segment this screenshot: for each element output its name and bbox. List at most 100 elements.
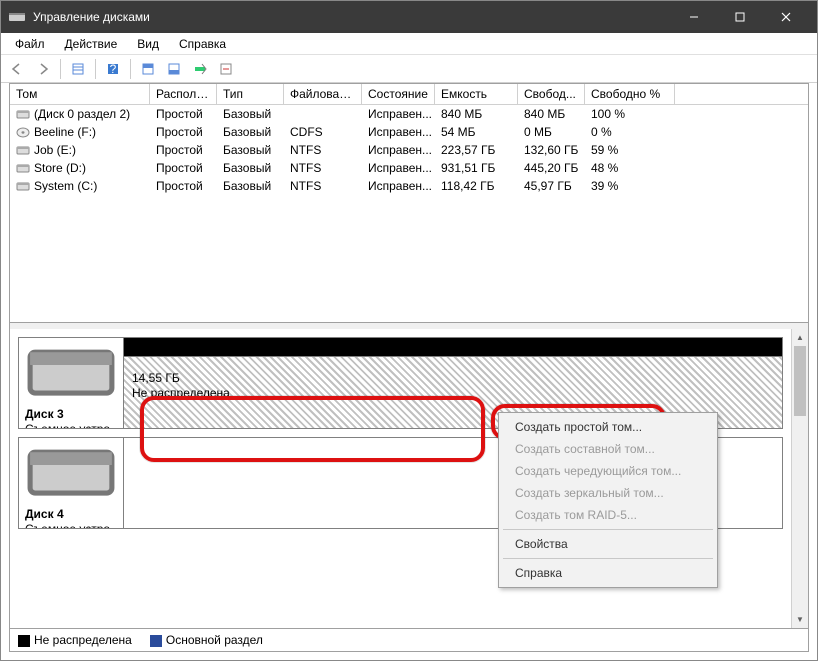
unallocated-header-strip bbox=[124, 338, 782, 356]
column-header-fs[interactable]: Файловая с... bbox=[284, 84, 362, 104]
volume-cell: Простой bbox=[150, 142, 217, 158]
volume-cell: Исправен... bbox=[362, 160, 435, 176]
legend-primary: Основной раздел bbox=[150, 633, 263, 647]
properties-button[interactable] bbox=[66, 58, 90, 80]
back-button[interactable] bbox=[5, 58, 29, 80]
scroll-down-icon[interactable]: ▼ bbox=[792, 611, 808, 628]
cm-create-simple-volume[interactable]: Создать простой том... bbox=[501, 416, 715, 438]
toolbar: ? bbox=[1, 55, 817, 83]
action-button[interactable] bbox=[214, 58, 238, 80]
volume-cell: Простой bbox=[150, 124, 217, 140]
cd-icon bbox=[16, 127, 30, 138]
menu-action[interactable]: Действие bbox=[57, 35, 126, 53]
volume-cell: 840 МБ bbox=[435, 106, 518, 122]
cm-create-spanned-volume: Создать составной том... bbox=[501, 438, 715, 460]
volume-row[interactable]: System (C:) ПростойБазовыйNTFSИсправен...… bbox=[10, 177, 808, 195]
view-bottom-button[interactable] bbox=[162, 58, 186, 80]
help-button[interactable]: ? bbox=[101, 58, 125, 80]
volume-cell: 45,97 ГБ bbox=[518, 178, 585, 194]
volume-cell: 54 МБ bbox=[435, 124, 518, 140]
volume-row[interactable]: Job (E:) ПростойБазовыйNTFSИсправен...223… bbox=[10, 141, 808, 159]
volume-cell: Базовый bbox=[217, 160, 284, 176]
cm-create-striped-volume: Создать чередующийся том... bbox=[501, 460, 715, 482]
volume-cell: 223,57 ГБ bbox=[435, 142, 518, 158]
volume-cell: Исправен... bbox=[362, 124, 435, 140]
volume-cell: Исправен... bbox=[362, 106, 435, 122]
volume-cell: Простой bbox=[150, 178, 217, 194]
volume-cell: CDFS bbox=[284, 124, 362, 140]
cm-properties[interactable]: Свойства bbox=[501, 533, 715, 555]
volume-cell: 445,20 ГБ bbox=[518, 160, 585, 176]
cm-help[interactable]: Справка bbox=[501, 562, 715, 584]
disk-info: Диск 3Съемное устро14,55 ГБВ сети bbox=[19, 338, 124, 428]
volume-cell: 59 % bbox=[585, 142, 675, 158]
menu-file[interactable]: Файл bbox=[7, 35, 53, 53]
volume-row[interactable]: (Диск 0 раздел 2)ПростойБазовыйИсправен.… bbox=[10, 105, 808, 123]
scroll-up-icon[interactable]: ▲ bbox=[792, 329, 808, 346]
cm-create-raid5-volume: Создать том RAID-5... bbox=[501, 504, 715, 526]
vertical-scrollbar[interactable]: ▲ ▼ bbox=[791, 329, 808, 628]
menubar: Файл Действие Вид Справка bbox=[1, 33, 817, 55]
menu-view[interactable]: Вид bbox=[129, 35, 167, 53]
column-header-layout[interactable]: Располо... bbox=[150, 84, 217, 104]
column-header-status[interactable]: Состояние bbox=[362, 84, 435, 104]
volume-cell: NTFS bbox=[284, 160, 362, 176]
volume-cell: 48 % bbox=[585, 160, 675, 176]
column-header-freepct[interactable]: Свободно % bbox=[585, 84, 675, 104]
volume-cell: 100 % bbox=[585, 106, 675, 122]
app-icon bbox=[9, 11, 25, 23]
column-header-capacity[interactable]: Емкость bbox=[435, 84, 518, 104]
legend: Не распределена Основной раздел bbox=[9, 629, 809, 652]
volume-cell: Базовый bbox=[217, 106, 284, 122]
volume-cell bbox=[284, 106, 362, 122]
drive-icon bbox=[16, 163, 30, 174]
drive-icon bbox=[16, 109, 30, 120]
column-header-type[interactable]: Тип bbox=[217, 84, 284, 104]
volume-cell: 0 % bbox=[585, 124, 675, 140]
volume-name: Store (D:) bbox=[34, 161, 86, 175]
volume-cell: NTFS bbox=[284, 178, 362, 194]
volume-header-row: ТомРасполо...ТипФайловая с...СостояниеЕм… bbox=[10, 84, 808, 105]
titlebar: Управление дисками bbox=[1, 1, 817, 33]
volume-row[interactable]: Beeline (F:) ПростойБазовыйCDFSИсправен..… bbox=[10, 123, 808, 141]
column-header-free[interactable]: Свобод... bbox=[518, 84, 585, 104]
forward-button[interactable] bbox=[31, 58, 55, 80]
scroll-thumb[interactable] bbox=[794, 346, 806, 416]
volume-cell: Исправен... bbox=[362, 142, 435, 158]
volume-cell: 118,42 ГБ bbox=[435, 178, 518, 194]
window-title: Управление дисками bbox=[33, 10, 671, 24]
close-button[interactable] bbox=[763, 1, 809, 33]
volume-name: Job (E:) bbox=[34, 143, 76, 157]
drive-icon bbox=[25, 392, 117, 406]
menu-help[interactable]: Справка bbox=[171, 35, 234, 53]
volume-cell: Базовый bbox=[217, 124, 284, 140]
maximize-button[interactable] bbox=[717, 1, 763, 33]
volume-cell: 840 МБ bbox=[518, 106, 585, 122]
volume-cell: Простой bbox=[150, 106, 217, 122]
volume-cell: Базовый bbox=[217, 142, 284, 158]
volume-cell: Простой bbox=[150, 160, 217, 176]
cm-create-mirrored-volume: Создать зеркальный том... bbox=[501, 482, 715, 504]
volume-list: ТомРасполо...ТипФайловая с...СостояниеЕм… bbox=[9, 83, 809, 323]
volume-name: Beeline (F:) bbox=[34, 125, 96, 139]
volume-cell: Базовый bbox=[217, 178, 284, 194]
volume-cell: 931,51 ГБ bbox=[435, 160, 518, 176]
context-menu: Создать простой том... Создать составной… bbox=[498, 412, 718, 588]
volume-cell: 39 % bbox=[585, 178, 675, 194]
disk-info: Диск 4Съемное устроНет носителя bbox=[19, 438, 124, 528]
minimize-button[interactable] bbox=[671, 1, 717, 33]
volume-cell: 132,60 ГБ bbox=[518, 142, 585, 158]
volume-cell: 0 МБ bbox=[518, 124, 585, 140]
volume-cell: Исправен... bbox=[362, 178, 435, 194]
column-header-volume[interactable]: Том bbox=[10, 84, 150, 104]
settings-button[interactable] bbox=[188, 58, 212, 80]
volume-cell: NTFS bbox=[284, 142, 362, 158]
view-top-button[interactable] bbox=[136, 58, 160, 80]
volume-row[interactable]: Store (D:) ПростойБазовыйNTFSИсправен...9… bbox=[10, 159, 808, 177]
legend-unallocated: Не распределена bbox=[18, 633, 132, 647]
svg-text:?: ? bbox=[110, 62, 117, 76]
drive-icon bbox=[25, 492, 117, 506]
drive-icon bbox=[16, 181, 30, 192]
drive-icon bbox=[16, 145, 30, 156]
volume-name: System (C:) bbox=[34, 179, 97, 193]
